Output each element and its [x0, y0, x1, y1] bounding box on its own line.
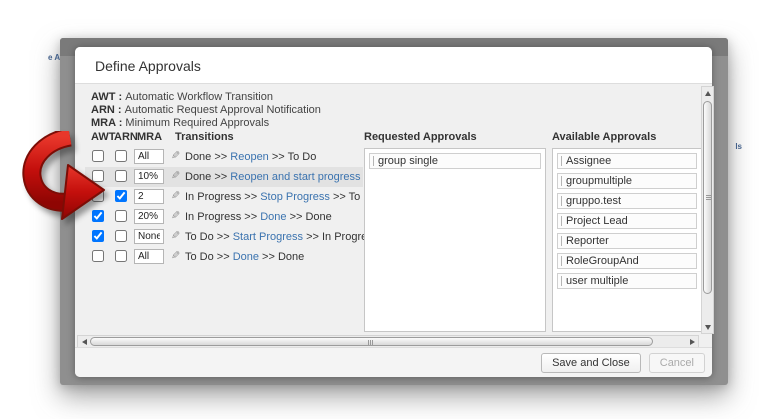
- dialog-header: Define Approvals: [75, 47, 712, 84]
- transition-row: ✎Done >> Reopen and start progress >> In…: [85, 167, 363, 187]
- awt-checkbox[interactable]: [92, 210, 104, 222]
- page-background: e A ls Define Approvals AWT : Automatic …: [0, 0, 760, 419]
- arn-checkbox[interactable]: [115, 250, 127, 262]
- arn-checkbox[interactable]: [115, 150, 127, 162]
- transition-row: ✎To Do >> Start Progress >> In Progress: [85, 227, 363, 247]
- transition-label: In Progress >> Stop Progress >> To Do: [185, 187, 377, 207]
- column-header-mra: MRA: [137, 131, 162, 143]
- column-header-requested-approvals: Requested Approvals: [364, 131, 477, 143]
- scroll-down-button[interactable]: [702, 322, 713, 332]
- mra-input[interactable]: [134, 149, 164, 164]
- awt-checkbox[interactable]: [92, 230, 104, 242]
- transition-action-link[interactable]: Reopen and start progress: [230, 171, 360, 183]
- triangle-down-icon: [705, 325, 711, 330]
- legend-line: AWT : Automatic Workflow Transition: [91, 91, 321, 104]
- horizontal-scrollbar-thumb[interactable]: [90, 337, 653, 346]
- edit-pencil-icon[interactable]: ✎: [171, 170, 180, 183]
- transition-label: To Do >> Start Progress >> In Progress: [185, 227, 378, 247]
- background-text-fragment: ls: [735, 142, 742, 151]
- requested-approval-item[interactable]: group single: [369, 153, 541, 169]
- awt-checkbox[interactable]: [92, 190, 104, 202]
- scrollbar-grip-icon: [368, 340, 373, 345]
- triangle-up-icon: [705, 91, 711, 96]
- mra-input[interactable]: [134, 229, 164, 244]
- awt-checkbox[interactable]: [92, 170, 104, 182]
- legend-line: ARN : Automatic Request Approval Notific…: [91, 104, 321, 117]
- define-approvals-dialog: Define Approvals AWT : Automatic Workflo…: [75, 47, 712, 377]
- legend-line: MRA : Minimum Required Approvals: [91, 117, 321, 130]
- column-header-arn: ARN: [114, 131, 138, 143]
- abbreviation-legend: AWT : Automatic Workflow TransitionARN :…: [91, 91, 321, 130]
- page-title: Define Approvals: [95, 58, 201, 74]
- vertical-scrollbar[interactable]: [701, 86, 714, 334]
- arn-checkbox[interactable]: [115, 170, 127, 182]
- edit-pencil-icon[interactable]: ✎: [171, 230, 180, 243]
- available-approval-item[interactable]: RoleGroupAnd: [557, 253, 697, 269]
- edit-pencil-icon[interactable]: ✎: [171, 250, 180, 263]
- mra-input[interactable]: [134, 209, 164, 224]
- scroll-up-button[interactable]: [702, 88, 713, 98]
- mra-input[interactable]: [134, 169, 164, 184]
- arn-checkbox[interactable]: [115, 210, 127, 222]
- available-approval-item[interactable]: user multiple: [557, 273, 697, 289]
- available-approval-item[interactable]: Project Lead: [557, 213, 697, 229]
- transition-label: In Progress >> Done >> Done: [185, 207, 332, 227]
- available-approval-item[interactable]: gruppo.test: [557, 193, 697, 209]
- available-approvals-panel[interactable]: Assignee groupmultiple gruppo.test Project …: [552, 148, 702, 332]
- available-approval-item[interactable]: Assignee: [557, 153, 697, 169]
- available-approval-item[interactable]: Reporter: [557, 233, 697, 249]
- requested-approvals-panel[interactable]: group single: [364, 148, 546, 332]
- column-header-available-approvals: Available Approvals: [552, 131, 656, 143]
- transition-action-link[interactable]: Done: [233, 251, 259, 263]
- background-text-fragment: e A: [48, 53, 60, 62]
- column-header-awt: AWT: [91, 131, 115, 143]
- scrollbar-grip-icon: [706, 195, 711, 201]
- transition-row: ✎ Done >> Reopen >> To Do: [85, 147, 363, 167]
- mra-input[interactable]: [134, 189, 164, 204]
- vertical-scrollbar-thumb[interactable]: [703, 101, 712, 294]
- arn-checkbox[interactable]: [115, 190, 127, 202]
- edit-pencil-icon[interactable]: ✎: [171, 150, 180, 163]
- cancel-button[interactable]: Cancel: [649, 353, 705, 373]
- available-approval-item[interactable]: groupmultiple: [557, 173, 697, 189]
- arn-checkbox[interactable]: [115, 230, 127, 242]
- transition-label: To Do >> Done >> Done: [185, 247, 304, 267]
- edit-pencil-icon[interactable]: ✎: [171, 210, 180, 223]
- transition-label: Done >> Reopen >> To Do: [185, 147, 316, 167]
- transition-action-link[interactable]: Done: [260, 211, 286, 223]
- transition-action-link[interactable]: Start Progress: [233, 231, 303, 243]
- mra-input[interactable]: [134, 249, 164, 264]
- transition-row: ✎ In Progress >> Done >> Done: [85, 207, 363, 227]
- triangle-left-icon: [82, 339, 87, 345]
- awt-checkbox[interactable]: [92, 150, 104, 162]
- transition-action-link[interactable]: Reopen: [230, 151, 269, 163]
- edit-pencil-icon[interactable]: ✎: [171, 190, 180, 203]
- save-and-close-button[interactable]: Save and Close: [541, 353, 641, 373]
- triangle-right-icon: [690, 339, 695, 345]
- transition-row: ✎In Progress >> Stop Progress >> To Do: [85, 187, 363, 207]
- awt-checkbox[interactable]: [92, 250, 104, 262]
- dialog-footer: Save and Close Cancel: [75, 347, 712, 377]
- transition-action-link[interactable]: Stop Progress: [260, 191, 330, 203]
- column-header-transitions: Transitions: [175, 131, 234, 143]
- scroll-right-button[interactable]: [687, 336, 697, 347]
- scroll-left-button[interactable]: [79, 336, 89, 347]
- transition-row: ✎ To Do >> Done >> Done: [85, 247, 363, 267]
